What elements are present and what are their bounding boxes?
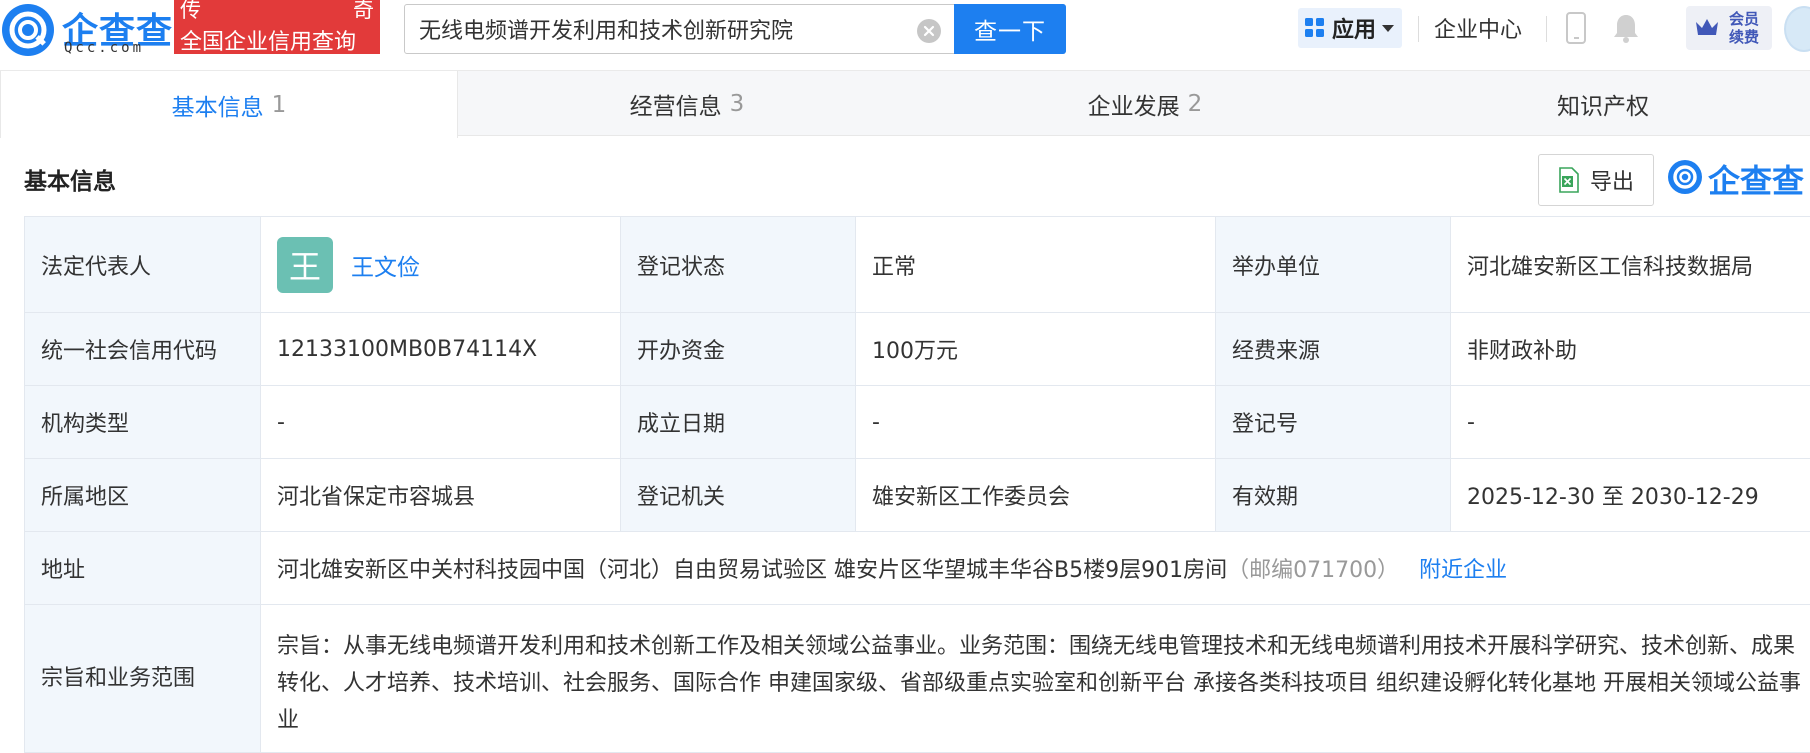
- search-button[interactable]: 查一下: [954, 4, 1066, 54]
- org-type-label: 机构类型: [25, 386, 261, 459]
- divider: [1418, 16, 1419, 42]
- tab-count: 2: [1188, 91, 1203, 117]
- promo-banner[interactable]: 传 奇 全国企业信用查询: [174, 0, 380, 54]
- qcc-logo-icon: [2, 4, 54, 56]
- basic-info-table: 法定代表人 王 王文俭 登记状态 正常 举办单位 河北雄安新区工信科技数据局 统…: [24, 216, 1810, 753]
- person-avatar[interactable]: 王: [277, 237, 333, 293]
- reg-authority-label: 登记机关: [621, 459, 856, 532]
- region-label: 所属地区: [25, 459, 261, 532]
- tab-development[interactable]: 企业发展 2: [916, 71, 1374, 137]
- table-row: 地址 河北雄安新区中关村科技园中国（河北）自由贸易试验区 雄安片区华望城丰华谷B…: [25, 532, 1810, 605]
- purpose-label: 宗旨和业务范围: [25, 605, 261, 753]
- reg-authority-value: 雄安新区工作委员会: [856, 459, 1216, 532]
- banner-text: 全国企业信用查询: [180, 24, 356, 54]
- reg-no-label: 登记号: [1216, 386, 1451, 459]
- tab-business-info[interactable]: 经营信息 3: [458, 71, 916, 137]
- legal-rep-label: 法定代表人: [25, 217, 261, 313]
- reg-status-value: 正常: [856, 217, 1216, 313]
- excel-icon: [1558, 167, 1580, 193]
- top-header: 企查查 Qcc.com 传 奇 全国企业信用查询 查一下 应用 企业中心: [0, 0, 1810, 62]
- qcc-logo-icon: [1668, 160, 1702, 194]
- tab-count: 1: [272, 92, 287, 118]
- vip-text-line1: 会员: [1724, 10, 1764, 28]
- capital-label: 开办资金: [621, 313, 856, 386]
- purpose-value: 宗旨：从事无线电频谱开发利用和技术创新工作及相关领域公益事业。业务范围：围绕无线…: [261, 605, 1810, 753]
- address-label: 地址: [25, 532, 261, 605]
- grid-icon: [1304, 17, 1326, 39]
- credit-code-value: 12133100MB0B74114X: [261, 313, 621, 386]
- tab-bar: 基本信息 1 经营信息 3 企业发展 2 知识产权: [0, 70, 1810, 136]
- legal-rep-link[interactable]: 王文俭: [351, 248, 420, 282]
- reg-status-label: 登记状态: [621, 217, 856, 313]
- vip-text-line2: 续费: [1724, 28, 1764, 46]
- vip-renew-button[interactable]: 会员 续费: [1686, 6, 1772, 50]
- table-row: 机构类型 - 成立日期 - 登记号 -: [25, 386, 1810, 459]
- apps-label: 应用: [1332, 12, 1376, 44]
- tab-ip[interactable]: 知识产权: [1374, 71, 1810, 137]
- table-row: 法定代表人 王 王文俭 登记状态 正常 举办单位 河北雄安新区工信科技数据局: [25, 217, 1810, 313]
- organizer-value: 河北雄安新区工信科技数据局: [1451, 217, 1810, 313]
- nearby-companies-link[interactable]: 附近企业: [1419, 558, 1507, 583]
- reg-no-value: -: [1451, 386, 1810, 459]
- validity-value: 2025-12-30 至 2030-12-29: [1451, 459, 1810, 532]
- search-input[interactable]: [419, 15, 899, 43]
- tab-count: 3: [730, 91, 745, 117]
- banner-text-right: 奇: [353, 0, 374, 24]
- qcc-watermark: 企查查: [1668, 158, 1810, 198]
- tab-basic-info[interactable]: 基本信息 1: [0, 71, 458, 138]
- org-type-value: -: [261, 386, 621, 459]
- banner-text-left: 传: [180, 0, 201, 24]
- tab-label: 企业发展: [1088, 87, 1180, 121]
- section-title: 基本信息: [24, 162, 116, 196]
- table-row: 宗旨和业务范围 宗旨：从事无线电频谱开发利用和技术创新工作及相关领域公益事业。业…: [25, 605, 1810, 753]
- chevron-down-icon: [1382, 25, 1394, 32]
- funding-value: 非财政补助: [1451, 313, 1810, 386]
- legal-rep-cell: 王 王文俭: [261, 217, 621, 313]
- qcc-logo[interactable]: 企查查 Qcc.com: [2, 4, 172, 56]
- postal-code: （邮编071700）: [1227, 558, 1399, 583]
- clear-icon[interactable]: [917, 19, 941, 43]
- funding-label: 经费来源: [1216, 313, 1451, 386]
- table-row: 统一社会信用代码 12133100MB0B74114X 开办资金 100万元 经…: [25, 313, 1810, 386]
- tab-label: 基本信息: [172, 88, 264, 122]
- capital-value: 100万元: [856, 313, 1216, 386]
- found-date-label: 成立日期: [621, 386, 856, 459]
- organizer-label: 举办单位: [1216, 217, 1451, 313]
- user-avatar[interactable]: [1784, 6, 1810, 52]
- brand-name: 企查查: [1708, 156, 1804, 202]
- region-value: 河北省保定市容城县: [261, 459, 621, 532]
- validity-label: 有效期: [1216, 459, 1451, 532]
- address-cell: 河北雄安新区中关村科技园中国（河北）自由贸易试验区 雄安片区华望城丰华谷B5楼9…: [261, 532, 1810, 605]
- enterprise-center-link[interactable]: 企业中心: [1434, 12, 1522, 44]
- tab-label: 知识产权: [1557, 87, 1649, 121]
- tab-label: 经营信息: [630, 87, 722, 121]
- apps-menu-button[interactable]: 应用: [1298, 8, 1402, 48]
- logo-domain: Qcc.com: [64, 40, 144, 56]
- address-value: 河北雄安新区中关村科技园中国（河北）自由贸易试验区 雄安片区华望城丰华谷B5楼9…: [277, 558, 1227, 583]
- table-row: 所属地区 河北省保定市容城县 登记机关 雄安新区工作委员会 有效期 2025-1…: [25, 459, 1810, 532]
- bell-icon[interactable]: [1612, 12, 1640, 44]
- export-label: 导出: [1590, 164, 1634, 196]
- phone-icon[interactable]: [1566, 12, 1586, 44]
- export-button[interactable]: 导出: [1538, 154, 1654, 206]
- found-date-value: -: [856, 386, 1216, 459]
- credit-code-label: 统一社会信用代码: [25, 313, 261, 386]
- divider: [1546, 16, 1547, 42]
- crown-icon: [1694, 16, 1720, 38]
